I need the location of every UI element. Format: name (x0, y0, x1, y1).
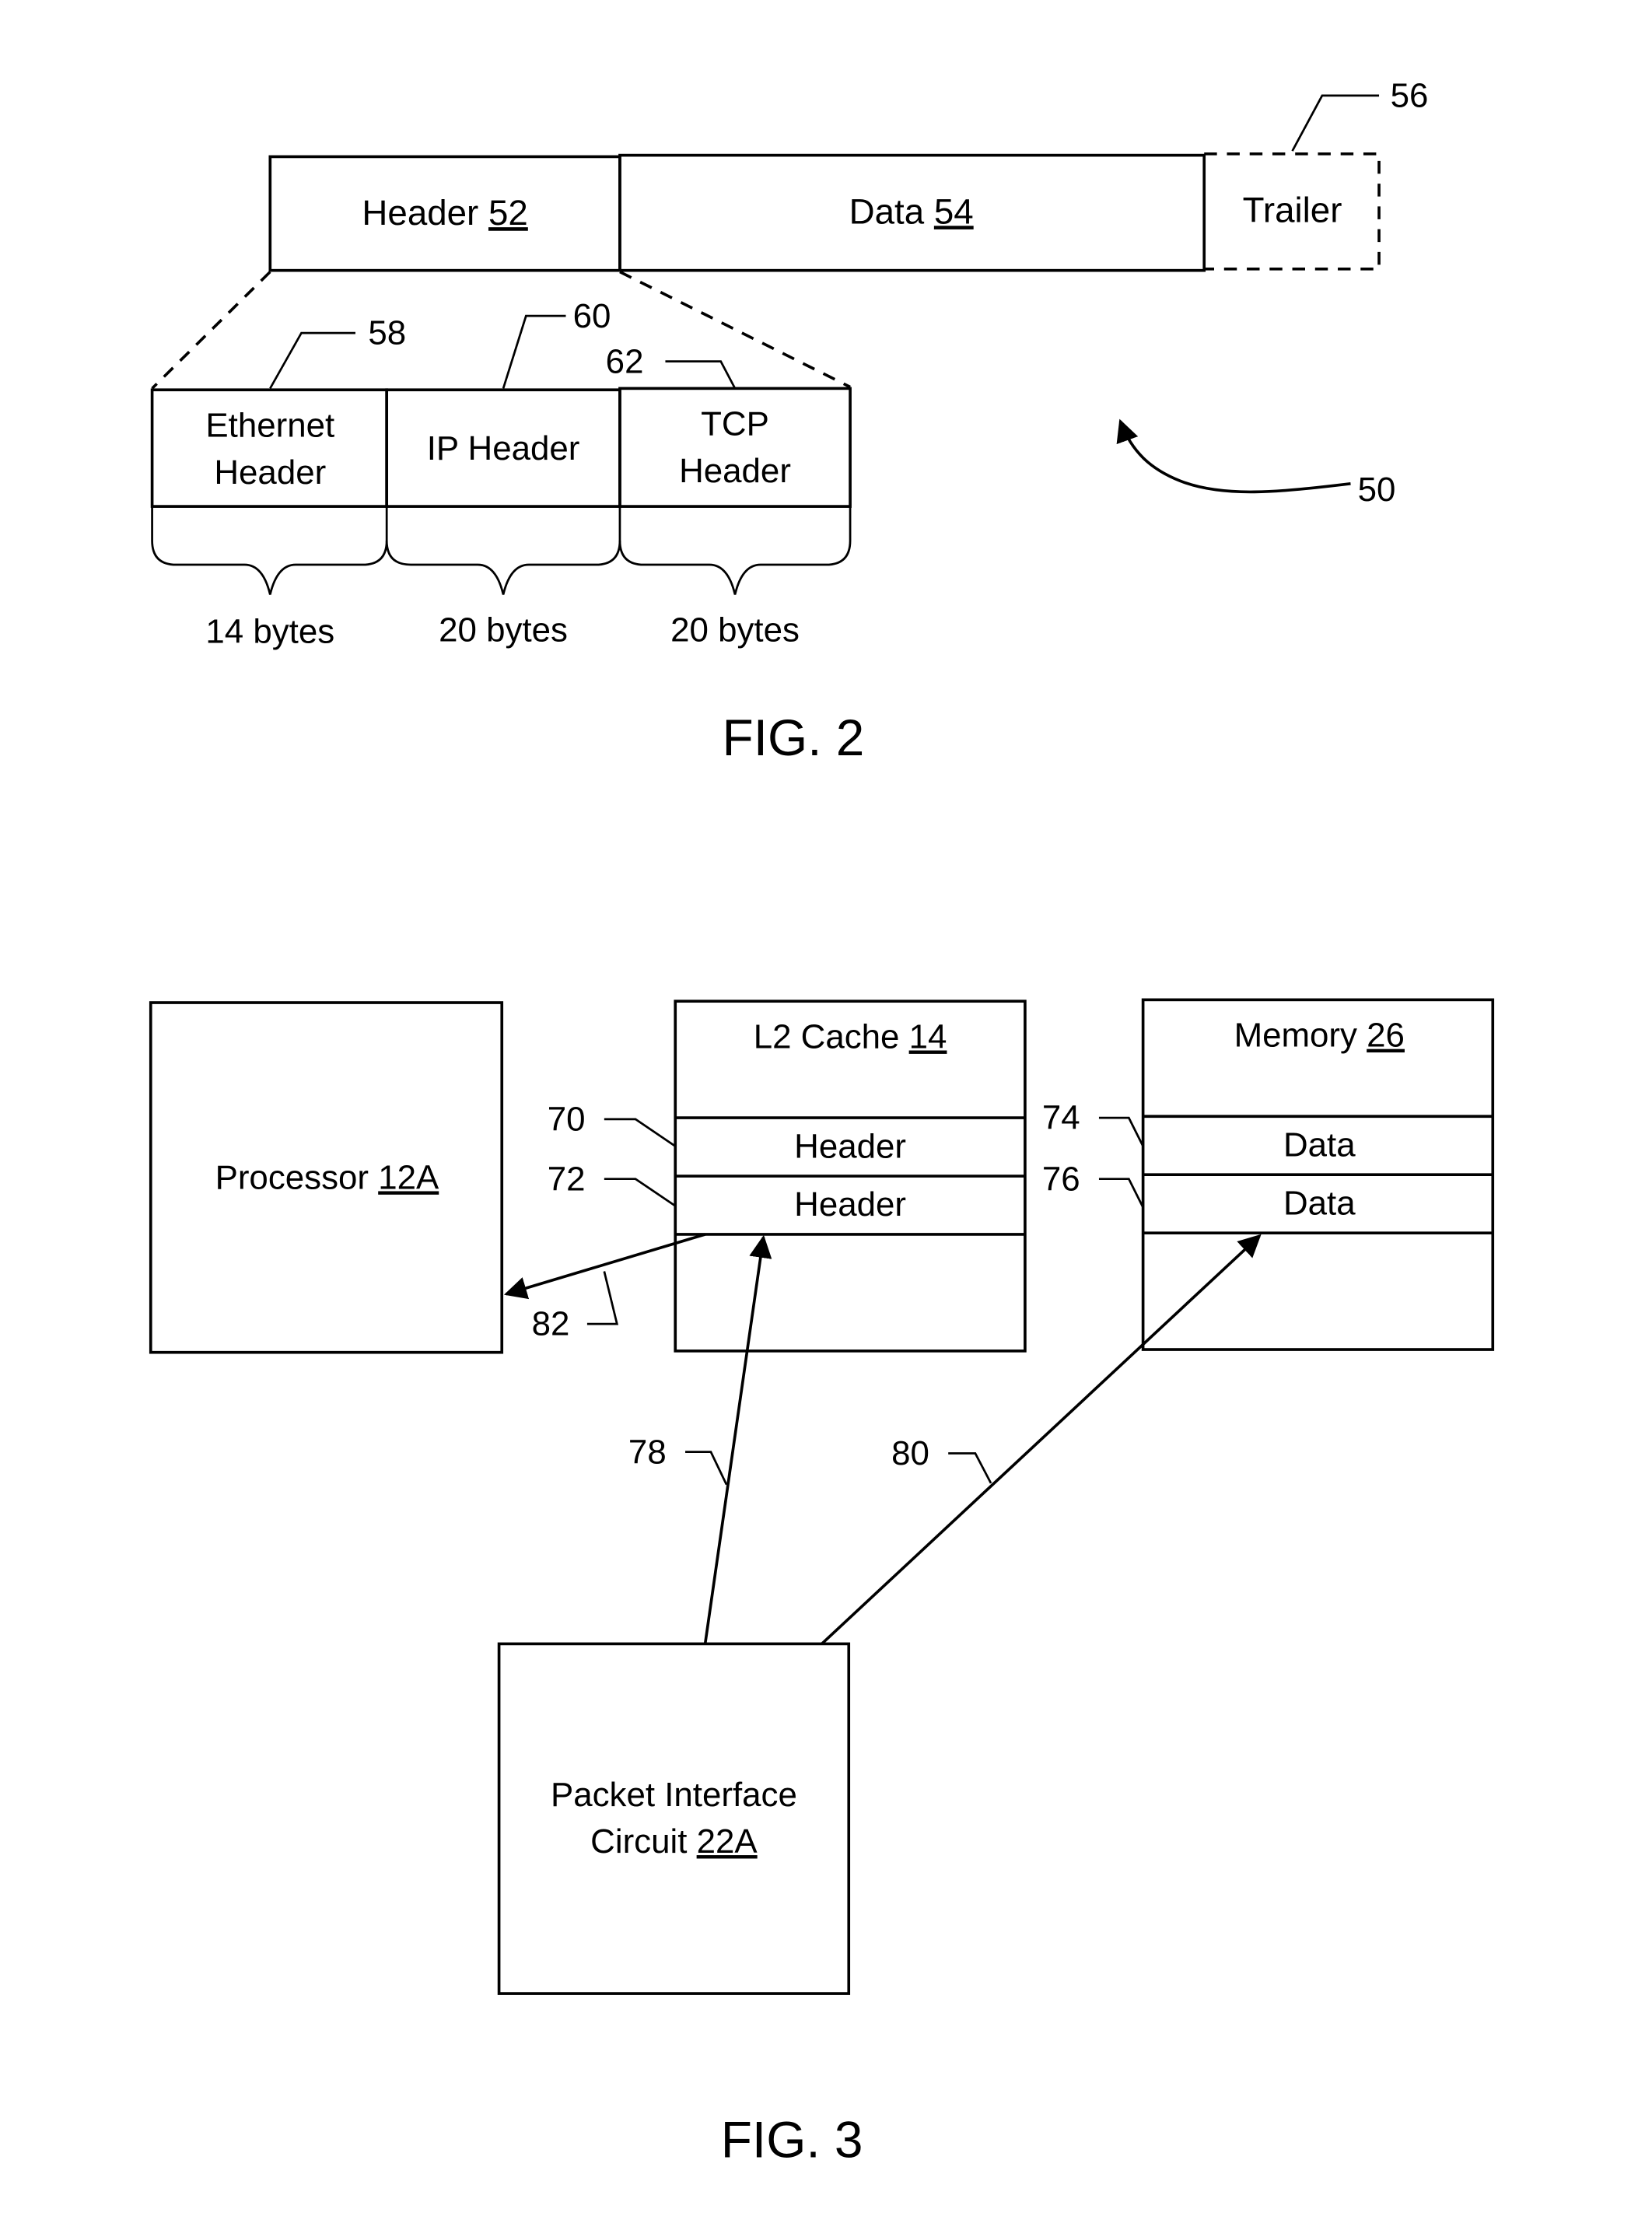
patent-figure-sheet: Header 52 Data 54 Trailer 56 Ethernet He… (149, 76, 1495, 2168)
l2-cache-row-header-1: Header (794, 1127, 906, 1165)
ethernet-size: 14 bytes (205, 613, 334, 651)
ref-58-leader (269, 331, 355, 390)
ip-header-label: IP Header (427, 429, 580, 467)
trailer-label: Trailer (1243, 191, 1342, 230)
ref-50-arrow (1116, 418, 1351, 494)
brace-tcp (618, 506, 852, 595)
memory-row-data-2: Data (1283, 1184, 1356, 1222)
expansion-line-right (619, 270, 851, 389)
ref-80-leader (948, 1452, 992, 1484)
ref-74-leader (1098, 1116, 1144, 1147)
ref-72: 72 (548, 1160, 586, 1198)
ref-78-leader (685, 1451, 728, 1486)
ref-82: 82 (532, 1305, 570, 1343)
brace-ethernet (151, 506, 388, 595)
ref-78: 78 (628, 1433, 667, 1471)
fig3: Processor 12A L2 Cache 14 Header Header … (149, 998, 1495, 2168)
fig2-caption: FIG. 2 (723, 709, 865, 766)
ref-50: 50 (1358, 471, 1396, 509)
processor-label: Processor 12A (215, 1158, 439, 1196)
tcp-size: 20 bytes (670, 611, 800, 649)
ip-size: 20 bytes (439, 611, 568, 649)
ref-72-leader (604, 1178, 677, 1207)
ref-60-leader (502, 314, 566, 389)
ref-56: 56 (1391, 76, 1429, 114)
arrow-78-to-l2-cache (703, 1234, 772, 1644)
ref-70: 70 (548, 1101, 586, 1139)
tcp-header-line2: Header (679, 452, 791, 490)
ethernet-header-line1: Ethernet (205, 407, 334, 445)
l2-cache-label: L2 Cache 14 (754, 1018, 947, 1056)
memory-label: Memory 26 (1234, 1017, 1405, 1055)
tcp-header-line1: TCP (701, 405, 769, 443)
expansion-line-left (151, 271, 271, 390)
ref-62-leader (665, 360, 737, 390)
ref-82-leader (586, 1271, 619, 1325)
ref-58: 58 (368, 314, 406, 352)
ethernet-header-line2: Header (214, 453, 326, 492)
ref-56-leader (1291, 94, 1380, 152)
header-52-label: Header 52 (362, 193, 527, 233)
ref-76-leader (1098, 1178, 1144, 1208)
packet-interface-line2: Circuit 22A (590, 1822, 758, 1861)
ref-60: 60 (573, 297, 611, 335)
fig2: Header 52 Data 54 Trailer 56 Ethernet He… (150, 76, 1429, 766)
ref-76: 76 (1042, 1160, 1080, 1198)
ref-74: 74 (1042, 1099, 1080, 1137)
ref-70-leader (604, 1118, 677, 1147)
memory-row-data-1: Data (1283, 1126, 1356, 1164)
ref-62: 62 (606, 342, 644, 380)
arrow-80-to-memory (821, 1234, 1262, 1645)
ref-80: 80 (891, 1434, 929, 1472)
data-54-label: Data 54 (849, 191, 974, 231)
packet-interface-line1: Packet Interface (551, 1776, 797, 1814)
l2-cache-row-header-2: Header (794, 1185, 906, 1224)
brace-ip (385, 506, 621, 595)
packet-interface-circuit-22a-box (497, 1642, 851, 1995)
fig3-caption: FIG. 3 (721, 2110, 863, 2168)
